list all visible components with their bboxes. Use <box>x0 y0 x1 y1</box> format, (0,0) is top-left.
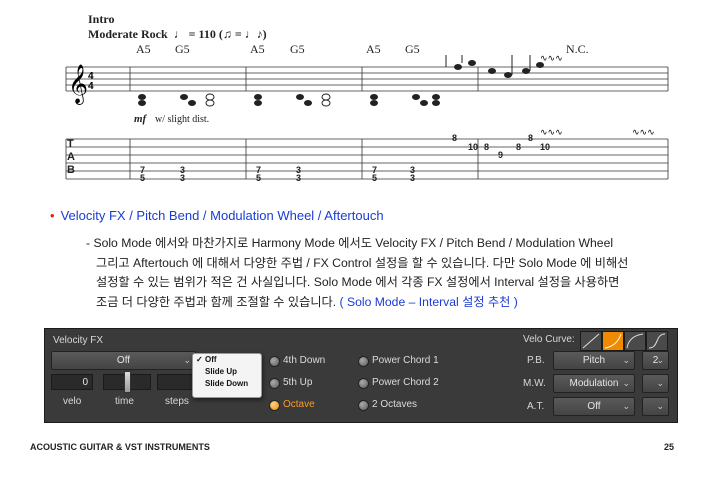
reference-link[interactable]: ( Solo Mode – Interval 설정 추천 ) <box>340 295 518 309</box>
chevron-down-icon: ⌄ <box>622 401 630 411</box>
steps-label: steps <box>165 396 189 407</box>
exp-curve-icon <box>604 333 622 349</box>
tab-number: 8 <box>516 142 522 152</box>
fx-select-value: Off <box>116 355 131 366</box>
vibrato-icon: ∿∿∿ <box>632 127 655 137</box>
chevron-down-icon: ⌄ <box>622 355 630 365</box>
tab-number: 5 <box>256 173 262 183</box>
velo-label: velo <box>63 396 82 407</box>
mw-label: M.W. <box>523 378 546 389</box>
velo-curve-exp-button[interactable] <box>602 331 624 351</box>
at-amount-select[interactable]: ⌄ <box>642 397 669 416</box>
tab-number: 5 <box>372 173 378 183</box>
footer-title: ACOUSTIC GUITAR & VST INSTRUMENTS <box>30 442 210 452</box>
bullet-heading: • Velocity FX / Pitch Bend / Modulation W… <box>50 208 384 223</box>
dynamic-marking: mf <box>134 113 147 125</box>
radio-label: 2 Octaves <box>372 399 418 410</box>
tab-number: 9 <box>498 150 504 160</box>
popup-option-off[interactable]: ✓ Off <box>193 354 261 366</box>
panel-title: Velocity FX <box>53 335 104 346</box>
mw-select[interactable]: Modulation ⌄ <box>553 374 635 393</box>
pb-select-value: Pitch <box>582 355 606 366</box>
tab-number: 3 <box>296 173 302 183</box>
fx-options-popup: ✓ Off Slide Up Slide Down <box>192 353 262 398</box>
radio-5th-up[interactable] <box>269 378 280 389</box>
velo-curve-label: Velo Curve: <box>523 334 575 345</box>
paragraph-line: 조금 더 다양한 주법과 함께 조절할 수 있습니다. ( Solo Mode … <box>86 293 686 313</box>
radio-label: Octave <box>283 399 315 410</box>
at-select-value: Off <box>587 401 601 412</box>
radio-label: Power Chord 2 <box>372 377 439 388</box>
paragraph-line: - Solo Mode 에서와 마찬가지로 Harmony Mode 에서도 V… <box>86 236 614 250</box>
checkmark-icon: ✓ <box>196 355 203 364</box>
chevron-down-icon: ⌄ <box>622 378 630 388</box>
radio-label: 4th Down <box>283 355 326 366</box>
pb-label: P.B. <box>527 355 545 366</box>
at-label: A.T. <box>527 401 545 412</box>
fx-select[interactable]: Off ⌄ <box>51 351 196 370</box>
dynamic-note: w/ slight dist. <box>155 114 210 125</box>
tab-number: 3 <box>410 173 416 183</box>
bpm-value: = 110 <box>188 27 216 41</box>
tab-label-t: T <box>67 138 74 150</box>
chevron-down-icon: ⌄ <box>183 355 191 365</box>
pb-select[interactable]: Pitch ⌄ <box>553 351 635 370</box>
swing-icon: (♫ = ♩♪) <box>218 27 267 41</box>
chevron-down-icon: ⌄ <box>656 355 664 365</box>
bullet-text: Velocity FX / Pitch Bend / Modulation Wh… <box>60 208 384 223</box>
notation-svg: 𝄞 4 4 ∿∿∿ ∿∿∿ ∿∿∿ ∿∿∿ <box>65 55 669 180</box>
paragraph-line: 설정할 수 있는 범위가 적은 건 사실입니다. Solo Mode 에서 각종… <box>96 275 620 289</box>
tempo-marking: Moderate Rock ♩ = 110 (♫ = ♩♪) <box>88 27 267 42</box>
radio-2-octaves[interactable] <box>358 400 369 411</box>
paragraph-text: 조금 더 다양한 주법과 함께 조절할 수 있습니다. <box>96 294 337 309</box>
tab-label-a: A <box>67 151 75 163</box>
staff <box>65 66 669 92</box>
mw-amount-select[interactable]: ⌄ <box>642 374 669 393</box>
radio-label: 5th Up <box>283 377 313 388</box>
velo-curve-log-button[interactable] <box>624 331 646 351</box>
log-curve-icon <box>626 333 644 349</box>
treble-clef-icon: 𝄞 <box>68 64 88 105</box>
radio-power-chord-2[interactable] <box>358 378 369 389</box>
tab-number: 10 <box>540 142 551 152</box>
linear-curve-icon <box>582 333 600 349</box>
tab-staff <box>65 138 669 180</box>
time-signature: 4 <box>88 81 94 92</box>
tab-number: 3 <box>180 173 186 183</box>
tab-number: 8 <box>452 133 458 143</box>
velo-curve-scurve-button[interactable] <box>646 331 668 351</box>
tab-number: 5 <box>140 173 146 183</box>
popup-option-slide-up[interactable]: Slide Up <box>193 366 261 378</box>
vibrato-icon: ∿∿∿ <box>540 55 563 63</box>
velo-input[interactable]: 0 <box>51 374 93 390</box>
radio-4th-down[interactable] <box>269 356 280 367</box>
steps-input[interactable] <box>157 374 193 390</box>
popup-option-slide-down[interactable]: Slide Down <box>193 378 261 390</box>
chevron-down-icon: ⌄ <box>656 401 664 411</box>
velo-curve-linear-button[interactable] <box>580 331 602 351</box>
mw-select-value: Modulation <box>569 378 619 389</box>
tempo-text: Moderate Rock <box>88 27 168 41</box>
scurve-icon <box>648 333 666 349</box>
description-paragraph: - Solo Mode 에서와 마찬가지로 Harmony Mode 에서도 V… <box>86 234 686 312</box>
radio-power-chord-1[interactable] <box>358 356 369 367</box>
tab-number: 8 <box>528 133 534 143</box>
time-label: time <box>115 396 134 407</box>
tab-number: 10 <box>468 142 479 152</box>
page-number: 25 <box>664 442 675 452</box>
radio-octave[interactable] <box>269 400 280 411</box>
time-slider-handle[interactable] <box>124 371 131 393</box>
quarter-note-icon: ♩ <box>170 27 186 41</box>
section-title: Intro <box>88 12 115 26</box>
chevron-down-icon: ⌄ <box>656 378 664 388</box>
bullet-icon: • <box>50 208 55 223</box>
tab-number: 8 <box>484 142 490 152</box>
tab-label-b: B <box>67 164 75 176</box>
at-select[interactable]: Off ⌄ <box>553 397 635 416</box>
radio-label: Power Chord 1 <box>372 355 439 366</box>
paragraph-line: 그리고 Aftertouch 에 대해서 다양한 주법 / FX Control… <box>96 255 629 270</box>
vibrato-icon: ∿∿∿ <box>540 127 563 137</box>
pb-amount-select[interactable]: 2 ⌄ <box>642 351 669 370</box>
